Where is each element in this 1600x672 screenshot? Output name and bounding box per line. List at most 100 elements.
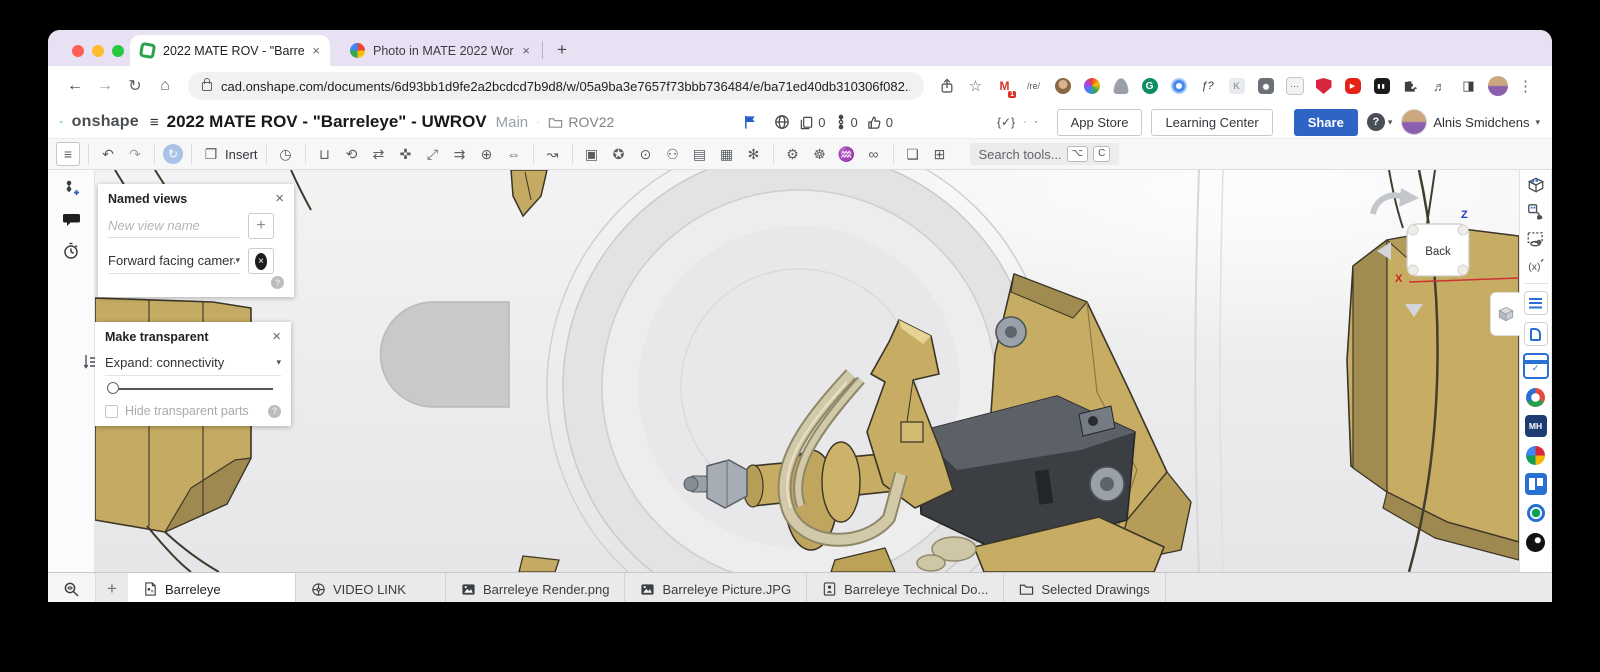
close-icon[interactable]: × [275,191,284,206]
gmail-extension-icon[interactable]: M1 [992,74,1017,99]
rack-pinion-relation-icon[interactable]: ☸ [809,143,831,165]
mh-app-icon[interactable]: MH [1525,415,1547,437]
view-cube-face-label[interactable]: Back [1425,246,1451,258]
keeper-extension-icon[interactable]: K [1224,74,1249,99]
mate-connector-icon[interactable]: ✪ [608,143,630,165]
featurescript-panel-icon[interactable]: (x) [1526,256,1546,276]
slider-mate-icon[interactable]: ⇄ [368,143,390,165]
target-app-icon[interactable] [1525,502,1547,524]
exploded-view-icon[interactable]: ✻ [743,143,765,165]
screw-relation-icon[interactable]: ♒ [836,143,858,165]
share-button[interactable]: Share [1294,109,1358,136]
copies-count[interactable]: 0 [799,115,825,130]
comments-icon[interactable] [62,211,81,229]
gear-relation-icon[interactable]: ⚙ [782,143,804,165]
redo-icon[interactable]: ↷ [124,143,146,165]
document-menu-icon[interactable]: ≡ [150,114,158,131]
search-tabs-button[interactable] [48,573,96,602]
insert-icon[interactable]: ❐ [200,143,222,165]
pin-slot-mate-icon[interactable]: ⇔ [503,143,525,165]
learning-center-button[interactable]: Learning Center [1151,109,1272,136]
side-panel-icon[interactable]: ◨ [1456,74,1481,99]
grammarly-extension-icon[interactable]: G [1137,74,1162,99]
folder-breadcrumb[interactable]: ROV22 [548,114,614,130]
font-finder-extension-icon[interactable]: ƒ? [1195,74,1220,99]
close-tab-icon[interactable]: × [522,43,530,58]
notifications-bell-icon[interactable] [1035,114,1037,130]
mate-icon[interactable]: ⊔ [314,143,336,165]
camera-extension-icon[interactable] [1253,74,1278,99]
tab-technical-doc[interactable]: Barreleye Technical Do... [807,573,1004,602]
replicate-icon[interactable]: ⊙ [635,143,657,165]
pattern-icon[interactable]: ▤ [689,143,711,165]
shortcuts-extension-icon[interactable]: ⋯ [1282,74,1307,99]
manage-instances-icon[interactable]: ⚇ [662,143,684,165]
slider-knob[interactable] [107,382,119,394]
belt-relation-icon[interactable]: ∞ [863,143,885,165]
workspace-label[interactable]: Main [496,114,529,131]
add-view-button[interactable]: + [248,213,274,239]
back-icon[interactable]: ← [62,77,88,95]
bill-of-materials-icon[interactable]: ⊞ [929,143,951,165]
parts-list-icon[interactable] [1526,175,1546,195]
education-flag-icon[interactable] [743,114,758,130]
forward-icon[interactable]: → [92,77,118,95]
close-icon[interactable]: × [272,329,281,344]
featurescript-icon[interactable]: {✓} [997,115,1015,129]
monkey-avatar-extension-icon[interactable] [1050,74,1075,99]
bookmark-star-icon[interactable]: ☆ [963,74,988,99]
add-tab-button[interactable]: + [96,573,128,602]
zoom-window-button[interactable] [112,45,124,57]
undo-icon[interactable]: ↶ [97,143,119,165]
feature-list-icon[interactable]: ≡ [56,142,80,166]
new-tab-button[interactable]: + [549,40,575,60]
isometric-view-button[interactable] [1490,292,1520,336]
delete-view-button[interactable]: × [248,248,274,274]
saved-view-dropdown[interactable]: Forward facing camera vi ▾ [108,249,240,274]
sync-app-icon[interactable] [1525,386,1547,408]
create-drawing-icon[interactable]: ❏ [902,143,924,165]
tab-video-link[interactable]: VIDEO LINK [296,573,446,602]
chart-app-icon[interactable] [1525,444,1547,466]
fastened-mate-icon[interactable]: ⊕ [476,143,498,165]
link-icon[interactable] [537,115,539,130]
close-window-button[interactable] [72,45,84,57]
minimize-window-button[interactable] [92,45,104,57]
dark-app-icon[interactable] [1525,531,1547,553]
search-tools-box[interactable]: Search tools... ⌥ C [970,143,1120,165]
tab-barreleye[interactable]: Barreleye [128,573,296,602]
tab-picture-jpg[interactable]: Barreleye Picture.JPG [625,573,807,602]
in-context-icon[interactable] [1526,229,1546,249]
new-view-name-input[interactable] [108,214,240,238]
browser-tab-photos[interactable]: Photo in MATE 2022 World Cha × [340,35,540,66]
insert-to-document-icon[interactable] [1526,202,1546,222]
adguard-extension-icon[interactable] [1311,74,1336,99]
appearance-icon[interactable]: ▦ [716,143,738,165]
color-wheel-extension-icon[interactable] [1079,74,1104,99]
reload-icon[interactable]: ↻ [122,76,148,96]
browser-profile-avatar[interactable] [1485,74,1510,99]
home-icon[interactable]: ⌂ [152,77,178,95]
lens-extension-icon[interactable] [1166,74,1191,99]
help-menu[interactable]: ? ▾ [1367,113,1393,131]
close-tab-icon[interactable]: × [312,43,320,58]
section-view-icon[interactable]: ◷ [275,143,297,165]
browser-tab-onshape[interactable]: 2022 MATE ROV - "Barreleye" × [130,35,330,66]
dark-reader-extension-icon[interactable]: ▮▮ [1369,74,1394,99]
user-menu[interactable]: Alnis Smidchens ▾ [1401,109,1540,135]
playlist-extension-icon[interactable]: ♬ [1427,74,1452,99]
hide-transparent-checkbox[interactable] [105,405,118,418]
expand-mode-dropdown[interactable]: Expand: connectivity ▾ [105,351,281,376]
rotate-view-icon[interactable]: ↻ [163,144,183,164]
likes-count[interactable]: 0 [867,115,893,130]
render-app-icon[interactable] [1524,322,1548,346]
layout-app-icon[interactable] [1525,473,1547,495]
url-bar[interactable]: cad.onshape.com/documents/6d93bb1d9fe2a2… [188,72,924,100]
parallel-mate-icon[interactable]: ⇉ [449,143,471,165]
public-globe-icon[interactable] [774,114,790,130]
planner-app-icon[interactable]: ✓ [1523,353,1549,379]
youtube-extension-icon[interactable]: ▶ [1340,74,1365,99]
tab-render-png[interactable]: Barreleye Render.png [446,573,625,602]
extensions-puzzle-icon[interactable] [1398,74,1423,99]
insert-version-icon[interactable] [62,180,80,198]
